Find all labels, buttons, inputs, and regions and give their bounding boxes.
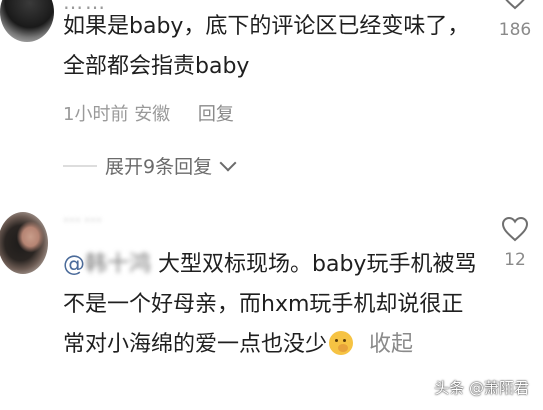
watermark: 头条 @萧陌君: [434, 379, 529, 397]
comment-time: 1小时前: [63, 104, 129, 125]
mention-prefix: @: [63, 252, 85, 277]
mention-name: 韩十鸿: [85, 252, 152, 277]
like-button[interactable]: 186: [495, 0, 535, 40]
avatar[interactable]: [0, 212, 48, 274]
like-count: 12: [504, 250, 526, 270]
expand-replies-label: 展开9条回复: [105, 156, 213, 178]
comment-author[interactable]: ……: [63, 205, 105, 226]
expand-replies-button[interactable]: 展开9条回复: [63, 152, 237, 179]
comment-meta: 1小时前 安徽 回复: [63, 100, 234, 126]
like-button[interactable]: 12: [495, 216, 535, 270]
shush-emoji-icon: [329, 331, 354, 355]
heart-outline-icon: [501, 216, 529, 242]
reply-button[interactable]: 回复: [198, 104, 234, 125]
comment-location: 安徽: [134, 104, 171, 125]
comment-text: 如果是baby，底下的评论区已经变味了，全部都会指责baby: [63, 14, 470, 79]
avatar[interactable]: [0, 0, 54, 42]
mention-link[interactable]: @韩十鸿: [63, 252, 151, 277]
heart-outline-icon: [505, 0, 525, 10]
like-count: 186: [498, 20, 532, 40]
comment-list: …… 如果是baby，底下的评论区已经变味了，全部都会指责baby 1小时前 安…: [0, 0, 543, 410]
chevron-down-icon: [219, 154, 237, 171]
collapse-button[interactable]: 收起: [369, 332, 413, 357]
comment-text: @韩十鸿 大型双标现场。baby玩手机被骂不是一个好母亲，而hxm玩手机却说很正…: [63, 245, 483, 365]
divider-line: [63, 164, 97, 167]
